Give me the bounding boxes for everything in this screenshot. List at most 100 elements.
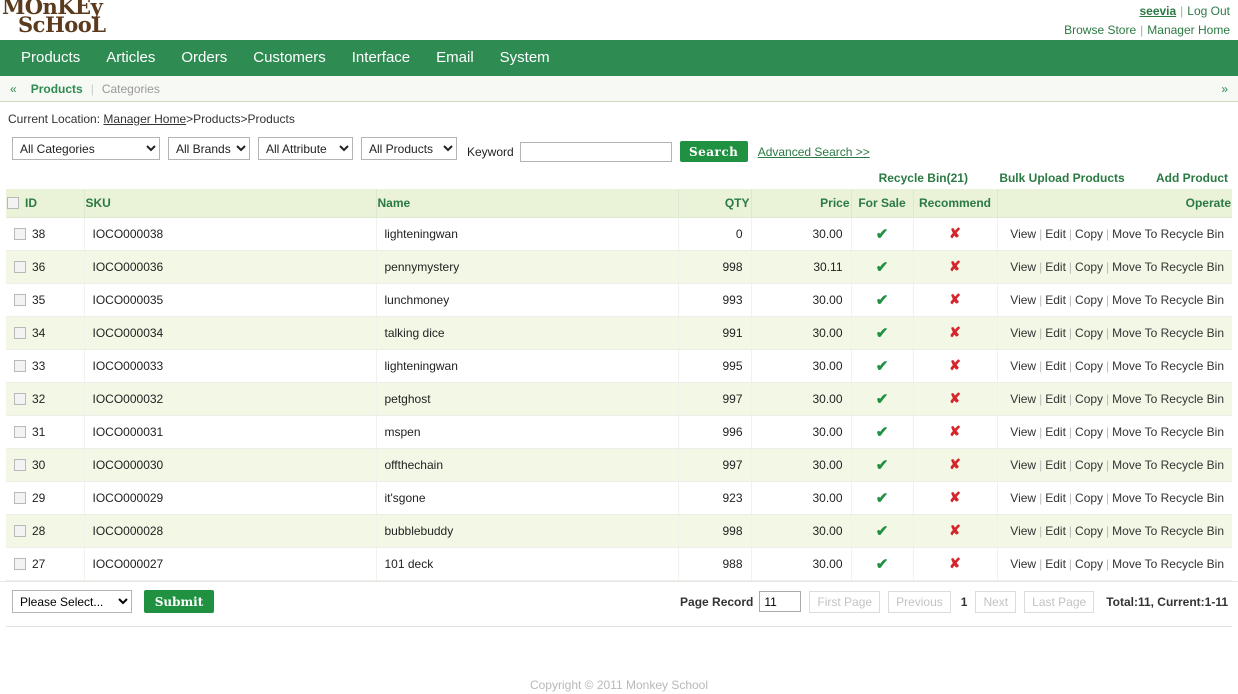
edit-link[interactable]: Edit <box>1045 359 1066 373</box>
advanced-search-link[interactable]: Advanced Search >> <box>758 145 870 159</box>
recycle-bin-link[interactable]: Recycle Bin(21) <box>879 171 968 185</box>
cell-recommend[interactable]: ✘ <box>913 349 998 383</box>
view-link[interactable]: View <box>1010 425 1036 439</box>
move-to-recycle-bin-link[interactable]: Move To Recycle Bin <box>1112 326 1224 340</box>
batch-action-select[interactable]: Please Select... <box>12 590 132 613</box>
bulk-upload-products-link[interactable]: Bulk Upload Products <box>999 171 1124 185</box>
cell-for-sale[interactable]: ✔ <box>851 382 914 416</box>
edit-link[interactable]: Edit <box>1045 392 1066 406</box>
nav-item-customers[interactable]: Customers <box>240 40 339 76</box>
copy-link[interactable]: Copy <box>1075 491 1103 505</box>
move-to-recycle-bin-link[interactable]: Move To Recycle Bin <box>1112 392 1224 406</box>
move-to-recycle-bin-link[interactable]: Move To Recycle Bin <box>1112 227 1224 241</box>
copy-link[interactable]: Copy <box>1075 326 1103 340</box>
keyword-input[interactable] <box>519 141 672 162</box>
page-record-input[interactable] <box>759 591 802 612</box>
edit-link[interactable]: Edit <box>1045 326 1066 340</box>
attribute-select[interactable]: All Attribute <box>258 137 353 160</box>
select-all-checkbox[interactable] <box>7 196 19 209</box>
edit-link[interactable]: Edit <box>1045 557 1066 571</box>
cell-recommend[interactable]: ✘ <box>913 283 998 317</box>
move-to-recycle-bin-link[interactable]: Move To Recycle Bin <box>1112 557 1224 571</box>
cell-for-sale[interactable]: ✔ <box>851 217 914 251</box>
chevron-right-icon[interactable]: » <box>1221 82 1228 96</box>
manager-home-link[interactable]: Manager Home <box>1147 23 1230 37</box>
cell-recommend[interactable]: ✘ <box>913 250 998 284</box>
move-to-recycle-bin-link[interactable]: Move To Recycle Bin <box>1112 458 1224 472</box>
copy-link[interactable]: Copy <box>1075 425 1103 439</box>
edit-link[interactable]: Edit <box>1045 260 1066 274</box>
copy-link[interactable]: Copy <box>1075 458 1103 472</box>
subnav-tab-products[interactable]: Products <box>23 82 91 96</box>
last-page-button[interactable]: Last Page <box>1024 590 1095 613</box>
move-to-recycle-bin-link[interactable]: Move To Recycle Bin <box>1112 491 1224 505</box>
view-link[interactable]: View <box>1010 293 1036 307</box>
edit-link[interactable]: Edit <box>1045 293 1066 307</box>
row-checkbox[interactable] <box>14 260 26 273</box>
row-checkbox[interactable] <box>14 392 26 405</box>
nav-item-interface[interactable]: Interface <box>339 40 423 76</box>
cell-for-sale[interactable]: ✔ <box>851 316 914 350</box>
view-link[interactable]: View <box>1010 524 1036 538</box>
view-link[interactable]: View <box>1010 227 1036 241</box>
cell-recommend[interactable]: ✘ <box>913 514 998 548</box>
copy-link[interactable]: Copy <box>1075 293 1103 307</box>
cell-for-sale[interactable]: ✔ <box>851 349 914 383</box>
edit-link[interactable]: Edit <box>1045 458 1066 472</box>
view-link[interactable]: View <box>1010 260 1036 274</box>
chevron-left-icon[interactable]: « <box>10 82 23 96</box>
cell-for-sale[interactable]: ✔ <box>851 283 914 317</box>
move-to-recycle-bin-link[interactable]: Move To Recycle Bin <box>1112 293 1224 307</box>
breadcrumb-manager-home[interactable]: Manager Home <box>103 112 186 126</box>
brand-select[interactable]: All Brands <box>168 137 250 160</box>
column-header-qty[interactable]: QTY <box>678 189 752 218</box>
cell-for-sale[interactable]: ✔ <box>851 514 914 548</box>
previous-page-button[interactable]: Previous <box>888 590 951 613</box>
row-checkbox[interactable] <box>14 458 26 471</box>
copy-link[interactable]: Copy <box>1075 524 1103 538</box>
row-checkbox[interactable] <box>14 425 26 438</box>
cell-for-sale[interactable]: ✔ <box>851 547 914 581</box>
browse-store-link[interactable]: Browse Store <box>1064 23 1136 37</box>
nav-item-articles[interactable]: Articles <box>93 40 168 76</box>
cell-for-sale[interactable]: ✔ <box>851 415 914 449</box>
cell-recommend[interactable]: ✘ <box>913 316 998 350</box>
cell-recommend[interactable]: ✘ <box>913 415 998 449</box>
edit-link[interactable]: Edit <box>1045 227 1066 241</box>
copy-link[interactable]: Copy <box>1075 359 1103 373</box>
column-header-sku[interactable]: SKU <box>84 189 377 218</box>
product-type-select[interactable]: All Products <box>361 137 457 160</box>
copy-link[interactable]: Copy <box>1075 557 1103 571</box>
next-page-button[interactable]: Next <box>975 590 1017 613</box>
add-product-link[interactable]: Add Product <box>1156 171 1228 185</box>
view-link[interactable]: View <box>1010 458 1036 472</box>
cell-recommend[interactable]: ✘ <box>913 217 998 251</box>
cell-recommend[interactable]: ✘ <box>913 382 998 416</box>
move-to-recycle-bin-link[interactable]: Move To Recycle Bin <box>1112 524 1224 538</box>
cell-for-sale[interactable]: ✔ <box>851 250 914 284</box>
subnav-tab-categories[interactable]: Categories <box>94 82 168 96</box>
username-link[interactable]: seevia <box>1139 4 1176 18</box>
column-header-name[interactable]: Name <box>376 189 679 218</box>
nav-item-orders[interactable]: Orders <box>168 40 240 76</box>
logout-link[interactable]: Log Out <box>1187 4 1230 18</box>
row-checkbox[interactable] <box>14 491 26 504</box>
submit-button[interactable]: Submit <box>144 590 214 613</box>
category-select[interactable]: All Categories <box>12 137 160 160</box>
view-link[interactable]: View <box>1010 392 1036 406</box>
column-header-price[interactable]: Price <box>751 189 852 218</box>
cell-recommend[interactable]: ✘ <box>913 448 998 482</box>
copy-link[interactable]: Copy <box>1075 392 1103 406</box>
move-to-recycle-bin-link[interactable]: Move To Recycle Bin <box>1112 260 1224 274</box>
copy-link[interactable]: Copy <box>1075 260 1103 274</box>
column-header-recommend[interactable]: Recommend <box>913 189 998 218</box>
nav-item-email[interactable]: Email <box>423 40 487 76</box>
view-link[interactable]: View <box>1010 557 1036 571</box>
nav-item-system[interactable]: System <box>487 40 563 76</box>
view-link[interactable]: View <box>1010 359 1036 373</box>
nav-item-products[interactable]: Products <box>8 40 93 76</box>
row-checkbox[interactable] <box>14 524 26 537</box>
move-to-recycle-bin-link[interactable]: Move To Recycle Bin <box>1112 359 1224 373</box>
cell-recommend[interactable]: ✘ <box>913 547 998 581</box>
edit-link[interactable]: Edit <box>1045 491 1066 505</box>
